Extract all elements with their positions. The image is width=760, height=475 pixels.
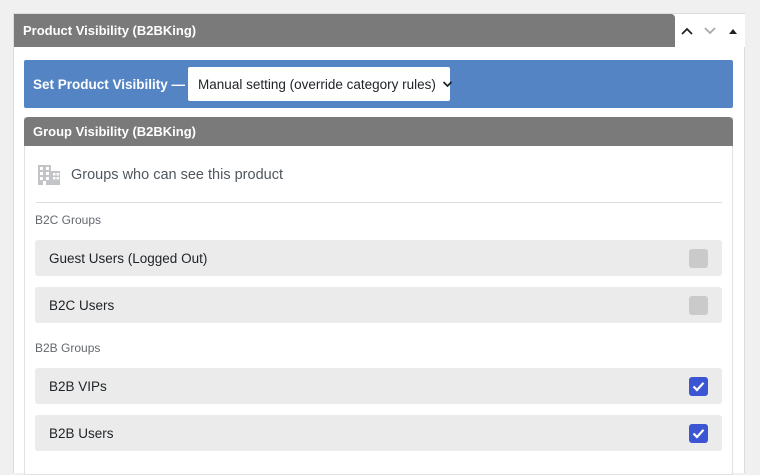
checkmark-icon	[692, 428, 705, 439]
group-label: Guest Users (Logged Out)	[49, 250, 208, 266]
move-down-button[interactable]	[698, 14, 721, 47]
section-label-b2c: B2C Groups	[35, 213, 102, 227]
group-row-b2b-users[interactable]: B2B Users	[35, 415, 722, 451]
group-row-guest-users[interactable]: Guest Users (Logged Out)	[35, 240, 722, 276]
chevron-down-icon	[442, 80, 453, 88]
product-visibility-metabox: Product Visibility (B2BKing) Set Product…	[13, 13, 745, 475]
visibility-label: Set Product Visibility —	[33, 76, 186, 92]
visibility-select[interactable]: Manual setting (override category rules)	[188, 67, 453, 101]
visibility-setting-bar: Set Product Visibility — Manual setting …	[24, 60, 733, 108]
group-checkbox-b2c-users[interactable]	[689, 295, 708, 315]
group-label: B2B VIPs	[49, 378, 107, 394]
metabox-controls	[675, 14, 745, 47]
group-visibility-title: Groups who can see this product	[71, 167, 283, 183]
chevron-up-icon	[680, 27, 693, 35]
visibility-select-value: Manual setting (override category rules)	[198, 76, 436, 92]
toggle-panel-button[interactable]	[721, 14, 744, 47]
group-label: B2B Users	[49, 425, 114, 441]
group-visibility-header: Group Visibility (B2BKing)	[24, 117, 733, 146]
group-row-b2b-vips[interactable]: B2B VIPs	[35, 368, 722, 404]
group-row-b2c-users[interactable]: B2C Users	[35, 287, 722, 323]
group-checkbox-b2b-vips[interactable]	[689, 376, 708, 396]
checkmark-icon	[692, 381, 705, 392]
move-up-button[interactable]	[675, 14, 698, 47]
metabox-body: Set Product Visibility — Manual setting …	[14, 47, 744, 475]
metabox-title[interactable]: Product Visibility (B2BKing)	[14, 14, 675, 47]
building-icon	[38, 165, 60, 185]
caret-up-icon	[728, 28, 737, 34]
divider	[36, 202, 722, 203]
group-visibility-title-row: Groups who can see this product	[37, 164, 283, 186]
group-checkbox-guest-users[interactable]	[689, 248, 708, 268]
chevron-down-icon	[703, 26, 716, 34]
group-checkbox-b2b-users[interactable]	[689, 423, 708, 443]
section-label-b2b: B2B Groups	[35, 341, 101, 355]
group-label: B2C Users	[49, 297, 115, 313]
group-visibility-panel: Group Visibility (B2BKing) Groups who ca…	[24, 117, 733, 475]
